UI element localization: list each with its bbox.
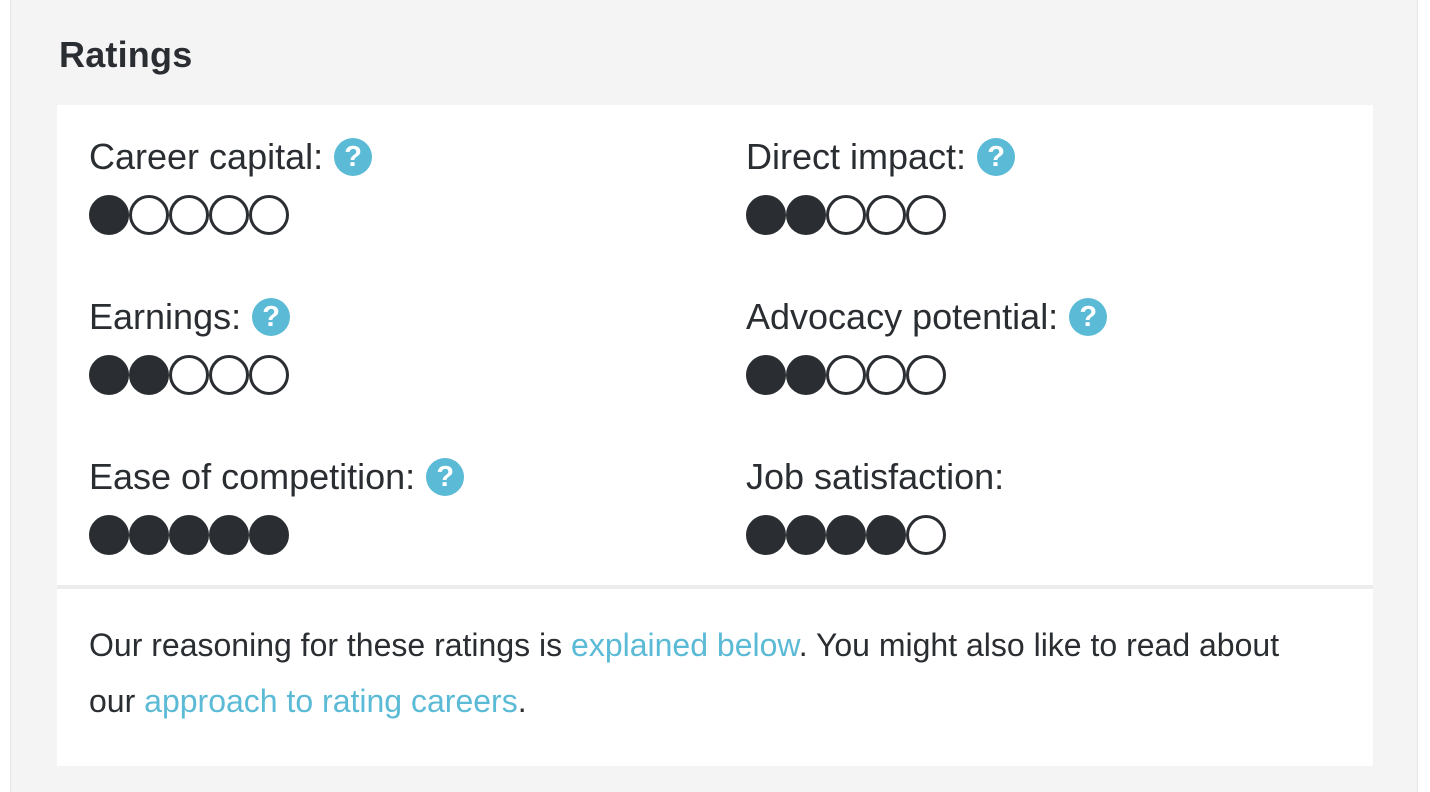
rating-label: Direct impact:	[746, 136, 967, 177]
rating-dot-filled	[89, 515, 129, 555]
rating-dot-empty	[129, 195, 169, 235]
approach-to-rating-careers-link[interactable]: approach to rating careers	[144, 683, 518, 719]
rating-label: Career capital:	[89, 136, 324, 177]
rating-dot-filled	[209, 515, 249, 555]
rating-label: Ease of competition:	[89, 456, 416, 497]
rating-label: Earnings:	[89, 296, 242, 337]
rating-dot-empty	[906, 195, 946, 235]
rating-dot-empty	[906, 355, 946, 395]
rating-dots	[89, 195, 372, 235]
rating-earnings: Earnings: ?	[89, 295, 291, 395]
rating-dot-empty	[209, 355, 249, 395]
divider	[57, 585, 1373, 589]
rating-dot-empty	[249, 355, 289, 395]
ratings-panel: Ratings Career capital: ? Direct impact:…	[10, 0, 1418, 792]
rating-dots	[746, 515, 1004, 555]
rating-dot-filled	[786, 515, 826, 555]
rating-dot-empty	[249, 195, 289, 235]
rating-dot-filled	[129, 355, 169, 395]
rating-career-capital: Career capital: ?	[89, 135, 373, 235]
rating-dot-empty	[866, 195, 906, 235]
rating-dot-filled	[249, 515, 289, 555]
reasoning-text: Our reasoning for these ratings is expla…	[89, 617, 1319, 729]
rating-dots	[89, 355, 290, 395]
rating-dot-filled	[169, 515, 209, 555]
rating-dot-filled	[826, 515, 866, 555]
help-icon[interactable]: ?	[334, 138, 373, 176]
help-icon[interactable]: ?	[977, 138, 1016, 176]
rating-label: Advocacy potential:	[746, 296, 1059, 337]
rating-dots	[89, 515, 464, 555]
rating-dot-filled	[746, 195, 786, 235]
rating-dots	[746, 355, 1107, 395]
rating-dot-empty	[826, 195, 866, 235]
rating-dot-filled	[746, 515, 786, 555]
rating-dot-empty	[906, 515, 946, 555]
rating-dot-filled	[786, 195, 826, 235]
rating-direct-impact: Direct impact: ?	[746, 135, 1016, 235]
reasoning-text-part: Our reasoning for these ratings is	[89, 627, 572, 663]
rating-dot-empty	[169, 195, 209, 235]
help-icon[interactable]: ?	[426, 458, 465, 496]
help-icon[interactable]: ?	[1069, 298, 1108, 336]
rating-dot-empty	[169, 355, 209, 395]
rating-dot-empty	[826, 355, 866, 395]
rating-dot-empty	[866, 355, 906, 395]
rating-dot-filled	[786, 355, 826, 395]
rating-dot-filled	[129, 515, 169, 555]
reasoning-text-part: .	[517, 683, 527, 719]
ratings-card: Career capital: ? Direct impact: ? Earni…	[57, 105, 1373, 766]
rating-label: Job satisfaction:	[746, 456, 1005, 497]
explained-below-link[interactable]: explained below	[571, 627, 799, 663]
rating-ease-of-competition: Ease of competition: ?	[89, 455, 465, 555]
rating-dot-empty	[209, 195, 249, 235]
rating-dot-filled	[866, 515, 906, 555]
help-icon[interactable]: ?	[252, 298, 291, 336]
rating-dot-filled	[746, 355, 786, 395]
rating-dots	[746, 195, 1015, 235]
rating-advocacy-potential: Advocacy potential: ?	[746, 295, 1108, 395]
rating-dot-filled	[89, 195, 129, 235]
rating-job-satisfaction: Job satisfaction:	[746, 455, 1004, 555]
rating-dot-filled	[89, 355, 129, 395]
section-title: Ratings	[59, 34, 193, 75]
